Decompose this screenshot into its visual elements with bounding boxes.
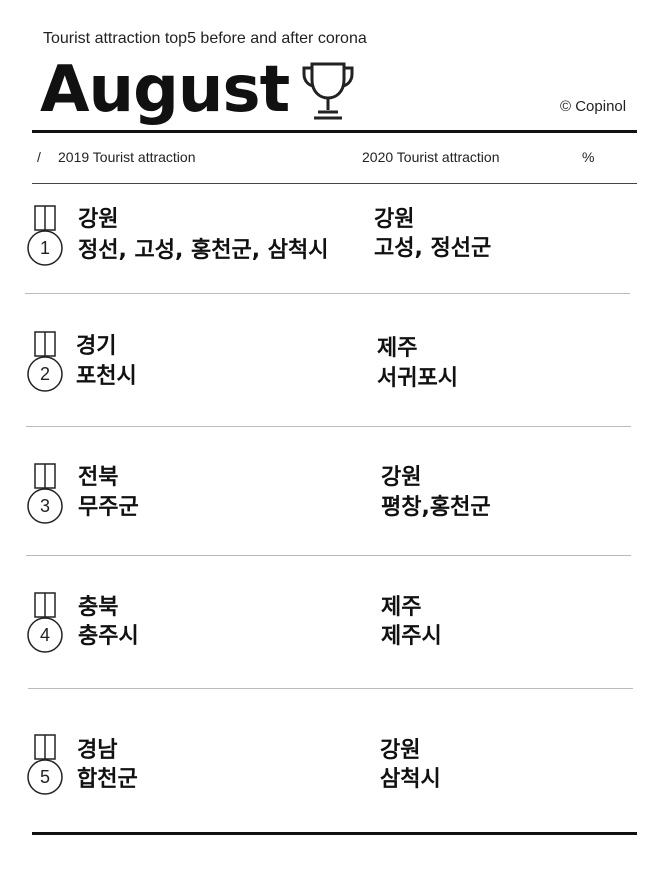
- list-item: 2: [26, 331, 66, 407]
- row-divider: [26, 426, 631, 427]
- medal-icon: 4: [27, 592, 63, 653]
- places-2020: 서귀포시: [377, 366, 458, 391]
- rank-number: 1: [40, 238, 50, 258]
- region-2019: 전북: [78, 465, 119, 490]
- places-2020: 제주시: [381, 624, 442, 649]
- page-title: August: [40, 53, 290, 127]
- places-2019: 합천군: [77, 767, 138, 792]
- places-2020: 삼척시: [380, 767, 441, 792]
- region-2019: 경기: [76, 334, 117, 359]
- places-2020: 고성, 정선군: [374, 236, 492, 261]
- row-divider: [28, 688, 633, 689]
- region-2020: 강원: [380, 738, 421, 763]
- medal-icon: 3: [27, 463, 63, 524]
- region-2019: 충북: [78, 595, 119, 620]
- column-slash: /: [37, 149, 41, 165]
- rank-number: 4: [40, 625, 50, 645]
- row-divider: [25, 293, 630, 294]
- top-rule: [32, 130, 637, 133]
- places-2019: 무주군: [78, 495, 139, 520]
- bottom-rule: [32, 832, 637, 835]
- places-2019: 포천시: [76, 364, 137, 389]
- column-2019-header: 2019 Tourist attraction: [58, 149, 196, 165]
- region-2019: 강원: [78, 207, 119, 232]
- column-percent-header: %: [582, 149, 595, 165]
- rank-number: 2: [40, 364, 50, 384]
- list-item: 4: [26, 592, 66, 668]
- region-2020: 제주: [377, 336, 418, 361]
- region-2020: 제주: [381, 595, 422, 620]
- list-item: 3: [26, 463, 66, 539]
- copyright-label: © Copinol: [560, 98, 627, 115]
- places-2019: 충주시: [78, 624, 139, 649]
- places-2020: 평창,홍천군: [381, 495, 491, 520]
- subtitle: Tourist attraction top5 before and after…: [43, 30, 367, 47]
- rank-number: 3: [40, 496, 50, 516]
- medal-icon: 5: [27, 734, 63, 795]
- row-divider: [26, 555, 631, 556]
- rank-number: 5: [40, 767, 50, 787]
- region-2019: 경남: [77, 738, 118, 763]
- region-2020: 강원: [381, 465, 422, 490]
- places-2019: 정선, 고성, 홍천군, 삼척시: [78, 238, 329, 263]
- region-2020: 강원: [374, 207, 415, 232]
- trophy-icon: [302, 62, 354, 120]
- medal-icon: 1: [27, 205, 63, 266]
- list-item: 5: [26, 734, 66, 810]
- list-item: 1: [26, 205, 66, 281]
- medal-icon: 2: [27, 331, 63, 392]
- header-rule: [32, 183, 637, 184]
- column-2020-header: 2020 Tourist attraction: [362, 149, 500, 165]
